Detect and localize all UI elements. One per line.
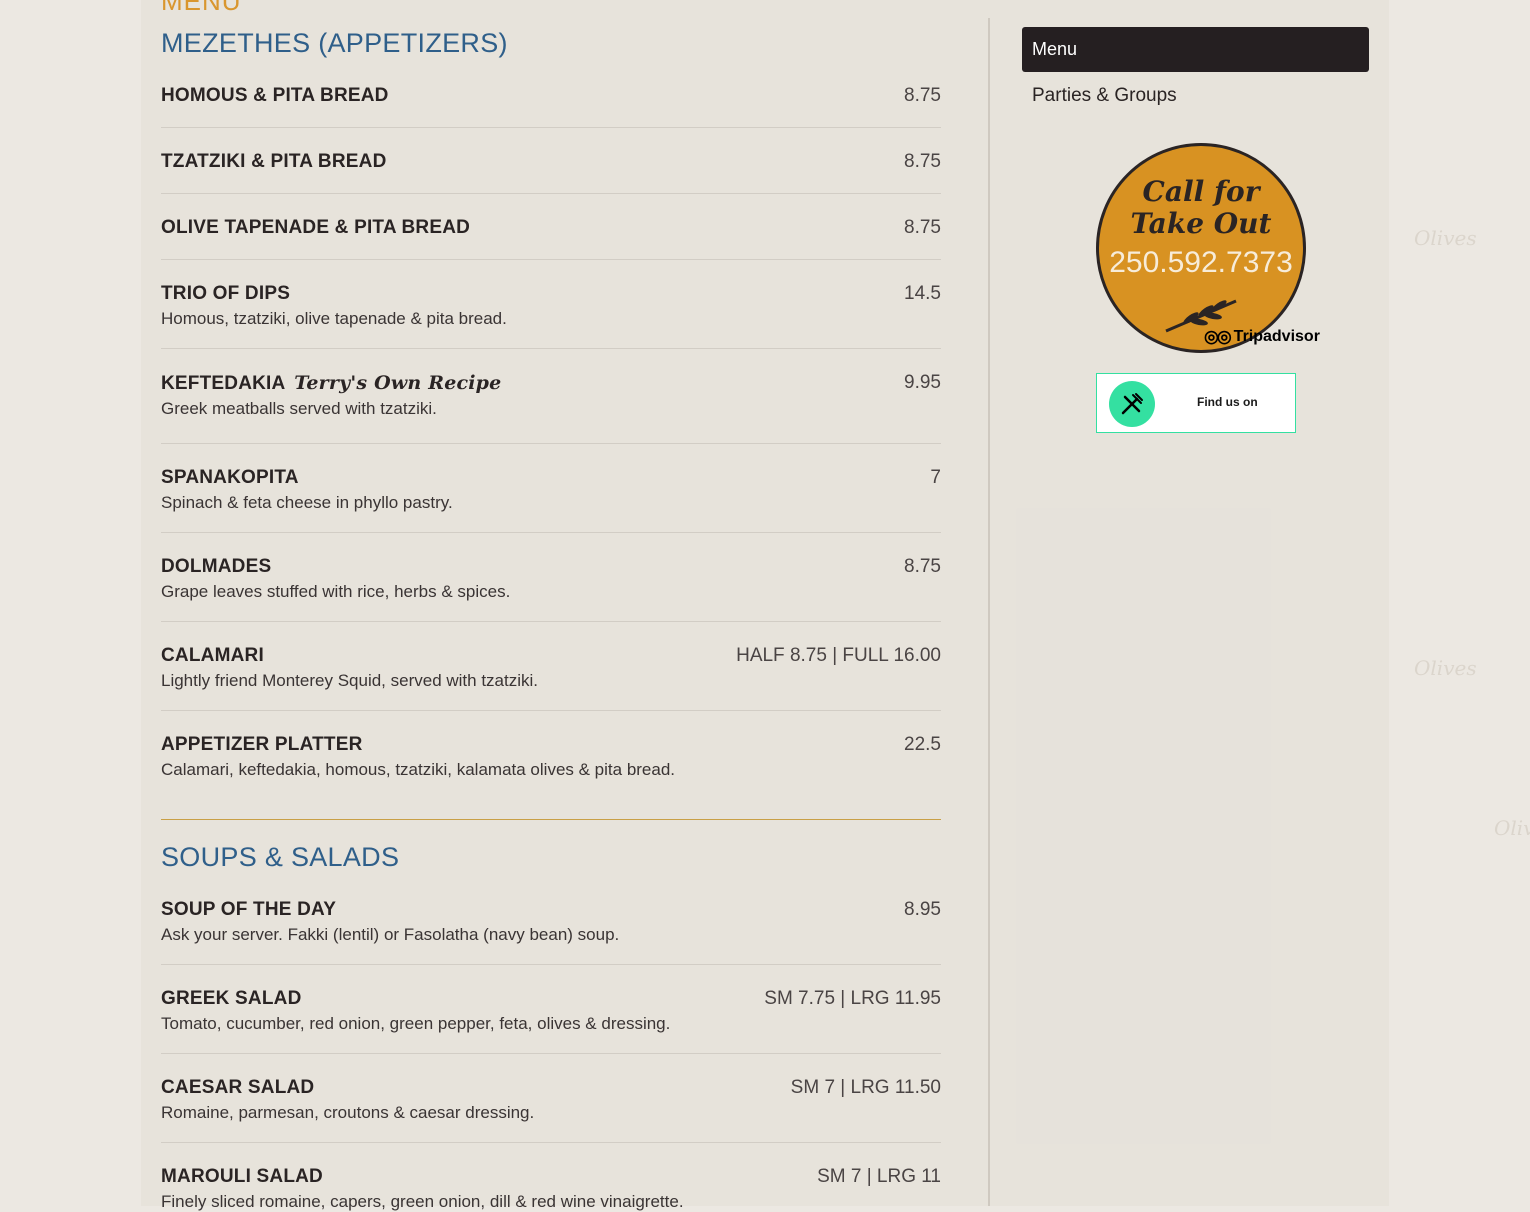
- takeout-line2: Take Out: [1130, 207, 1272, 240]
- item-description: Lightly friend Monterey Squid, served wi…: [161, 671, 539, 690]
- menu-item: KEFTEDAKIA Terry's Own Recipe 9.95 Greek…: [161, 372, 941, 419]
- menu-item: CAESAR SALAD SM 7 | LRG 11.50 Romaine, p…: [161, 1077, 941, 1123]
- menu-item: TZATZIKI & PITA BREAD 8.75: [161, 151, 941, 173]
- item-name: KEFTEDAKIA: [161, 373, 285, 394]
- item-price: SM 7 | LRG 11.50: [790, 1077, 941, 1098]
- item-divider: [161, 621, 941, 622]
- item-name: SOUP OF THE DAY: [161, 899, 337, 920]
- tripadvisor-logo[interactable]: ◎◎ Tripadvisor: [1204, 327, 1320, 347]
- sidebar-item-label: Parties & Groups: [1032, 85, 1177, 106]
- takeout-heading: Call for Take Out: [1099, 176, 1303, 240]
- menu-item: GREEK SALAD SM 7.75 | LRG 11.95 Tomato, …: [161, 988, 941, 1034]
- item-description: Calamari, keftedakia, homous, tzatziki, …: [161, 760, 676, 779]
- takeout-phone: 250.592.7373: [1109, 246, 1293, 279]
- item-name: TRIO OF DIPS: [161, 283, 291, 304]
- item-price: 14.5: [904, 283, 941, 304]
- item-price: 8.75: [904, 85, 941, 106]
- takeout-badge[interactable]: Call for Take Out 250.592.7373: [1096, 143, 1306, 353]
- section-title-soups-salads: SOUPS & SALADS: [161, 842, 400, 872]
- item-description: Ask your server. Fakki (lentil) or Fasol…: [161, 925, 620, 944]
- item-name: OLIVE TAPENADE & PITA BREAD: [161, 217, 471, 238]
- item-price: HALF 8.75 | FULL 16.00: [736, 645, 941, 666]
- menu-item: HOMOUS & PITA BREAD 8.75: [161, 85, 941, 107]
- page-container: MENU MEZETHES (APPETIZERS) HOMOUS & PITA…: [141, 0, 1389, 1211]
- item-description: Romaine, parmesan, croutons & caesar dre…: [161, 1103, 535, 1122]
- item-description: Spinach & feta cheese in phyllo pastry.: [161, 493, 453, 512]
- background-watermark: Olives: [1414, 656, 1477, 680]
- menu-item: APPETIZER PLATTER 22.5 Calamari, kefteda…: [161, 734, 941, 780]
- menu-item: SOUP OF THE DAY 8.95 Ask your server. Fa…: [161, 899, 941, 945]
- item-name-row: KEFTEDAKIA Terry's Own Recipe: [161, 372, 941, 395]
- item-name: APPETIZER PLATTER: [161, 734, 363, 755]
- item-name: DOLMADES: [161, 556, 272, 577]
- item-price: SM 7.75 | LRG 11.95: [764, 988, 941, 1009]
- item-divider: [161, 443, 941, 444]
- item-description: Homous, tzatziki, olive tapenade & pita …: [161, 309, 507, 328]
- item-description: Tomato, cucumber, red onion, green peppe…: [161, 1014, 671, 1033]
- item-price: 9.95: [904, 372, 941, 393]
- item-note: Terry's Own Recipe: [294, 372, 502, 394]
- item-price: 7: [930, 467, 941, 488]
- item-price: 8.75: [904, 217, 941, 238]
- item-divider: [161, 348, 941, 349]
- tripadvisor-find-us-badge[interactable]: Find us on: [1096, 373, 1296, 433]
- tripadvisor-label: Tripadvisor: [1233, 328, 1320, 345]
- fork-knife-icon: [1109, 381, 1155, 427]
- tripadvisor-owl-icon: ◎◎: [1204, 327, 1232, 346]
- item-divider: [161, 193, 941, 194]
- section-title-appetizers: MEZETHES (APPETIZERS): [161, 28, 508, 58]
- item-divider: [161, 1053, 941, 1054]
- item-price: SM 7 | LRG 11: [817, 1166, 941, 1187]
- column-divider: [988, 18, 990, 1206]
- item-divider: [161, 1142, 941, 1143]
- sidebar-item-parties-groups[interactable]: Parties & Groups: [1022, 72, 1369, 120]
- item-description: Grape leaves stuffed with rice, herbs & …: [161, 582, 511, 601]
- item-price: 8.75: [904, 151, 941, 172]
- item-divider: [161, 964, 941, 965]
- page-title: MENU: [161, 0, 242, 16]
- item-name: SPANAKOPITA: [161, 467, 299, 488]
- item-description: Greek meatballs served with tzatziki.: [161, 399, 437, 418]
- item-price: 8.95: [904, 899, 941, 920]
- menu-item: DOLMADES 8.75 Grape leaves stuffed with …: [161, 556, 941, 602]
- item-price: 22.5: [904, 734, 941, 755]
- section-divider: [161, 819, 941, 820]
- item-divider: [161, 710, 941, 711]
- item-name: HOMOUS & PITA BREAD: [161, 85, 389, 106]
- sidebar-item-label: Menu: [1032, 39, 1078, 59]
- item-name: TZATZIKI & PITA BREAD: [161, 151, 387, 172]
- item-divider: [161, 532, 941, 533]
- menu-item: MAROULI SALAD SM 7 | LRG 11 Finely slice…: [161, 1166, 941, 1212]
- background-watermark: Olives: [1494, 816, 1530, 840]
- menu-item: TRIO OF DIPS 14.5 Homous, tzatziki, oliv…: [161, 283, 941, 329]
- menu-item: CALAMARI HALF 8.75 | FULL 16.00 Lightly …: [161, 645, 941, 691]
- background-watermark: Olives: [1414, 226, 1477, 250]
- takeout-line1: Call for: [1142, 175, 1260, 208]
- item-divider: [161, 259, 941, 260]
- menu-item: OLIVE TAPENADE & PITA BREAD 8.75: [161, 217, 941, 239]
- item-description: Finely sliced romaine, capers, green oni…: [161, 1192, 684, 1211]
- menu-item: SPANAKOPITA 7 Spinach & feta cheese in p…: [161, 467, 941, 513]
- item-divider: [161, 127, 941, 128]
- sidebar: Menu Parties & Groups Call for Take Out …: [1022, 27, 1369, 433]
- item-price: 8.75: [904, 556, 941, 577]
- findus-label: Find us on: [1197, 395, 1258, 409]
- sidebar-item-menu[interactable]: Menu: [1022, 27, 1369, 72]
